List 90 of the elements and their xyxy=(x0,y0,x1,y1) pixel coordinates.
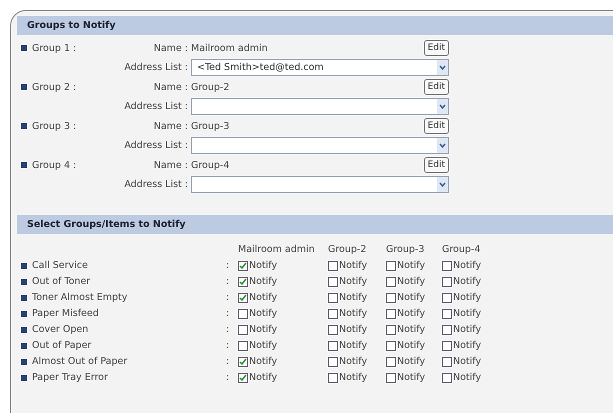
notify-checkbox[interactable]: Notify xyxy=(386,324,442,335)
bullet-icon xyxy=(21,278,27,284)
bullet-icon xyxy=(21,84,27,90)
notify-checkbox[interactable]: Notify xyxy=(328,340,386,351)
group-label: Group 4 : xyxy=(32,160,76,170)
column-header: Group-4 xyxy=(442,244,482,255)
section-header: Select Groups/Items to Notify xyxy=(17,215,613,234)
column-header: Mailroom admin xyxy=(238,244,316,255)
notify-checkbox[interactable]: Notify xyxy=(442,356,502,367)
separator: : xyxy=(226,260,230,271)
item-label: Paper Misfeed xyxy=(32,308,99,319)
notify-checkbox[interactable]: Notify xyxy=(386,276,442,287)
group-name: Group-3 xyxy=(191,120,230,132)
notify-checkbox[interactable]: Notify xyxy=(328,372,386,383)
separator: : xyxy=(226,356,230,367)
item-label: Paper Tray Error xyxy=(32,372,108,383)
address-list-dropdown[interactable] xyxy=(191,176,449,193)
item-label: Out of Paper xyxy=(32,340,92,351)
edit-button[interactable]: Edit xyxy=(424,157,449,173)
bullet-icon xyxy=(21,45,27,51)
notify-checkbox[interactable]: Notify xyxy=(238,324,328,335)
column-header: Group-3 xyxy=(386,244,426,255)
notify-checkbox[interactable]: Notify xyxy=(238,292,328,303)
notify-checkbox[interactable]: Notify xyxy=(386,356,442,367)
group-name: Group-4 xyxy=(191,160,230,170)
notify-checkbox[interactable]: Notify xyxy=(442,340,502,351)
notify-checkbox[interactable]: Notify xyxy=(238,372,328,383)
notify-checkbox[interactable]: Notify xyxy=(328,260,386,271)
separator: : xyxy=(226,308,230,319)
separator: : xyxy=(226,292,230,303)
item-label: Almost Out of Paper xyxy=(32,356,128,367)
name-label: Name : xyxy=(152,42,189,54)
notify-checkbox[interactable]: Notify xyxy=(238,260,328,271)
notify-checkbox[interactable]: Notify xyxy=(442,260,502,271)
notify-checkbox[interactable]: Notify xyxy=(442,372,502,383)
address-list-label: Address List : xyxy=(123,101,189,112)
edit-button[interactable]: Edit xyxy=(424,40,449,56)
separator: : xyxy=(226,276,230,287)
address-list-dropdown[interactable]: <Ted Smith>ted@ted.com xyxy=(191,59,449,76)
notify-checkbox[interactable]: Notify xyxy=(238,356,328,367)
section-header: Groups to Notify xyxy=(17,16,613,35)
group-label: Group 3 : xyxy=(32,120,76,132)
edit-button[interactable]: Edit xyxy=(424,79,449,95)
group-label: Group 2 : xyxy=(32,82,76,92)
bullet-icon xyxy=(21,374,27,380)
separator: : xyxy=(226,340,230,351)
notify-checkbox[interactable]: Notify xyxy=(386,292,442,303)
notify-checkbox[interactable]: Notify xyxy=(386,372,442,383)
edit-button[interactable]: Edit xyxy=(424,118,449,134)
column-header: Group-2 xyxy=(328,244,368,255)
name-label: Name : xyxy=(152,160,189,170)
bullet-icon xyxy=(21,162,27,168)
item-label: Call Service xyxy=(32,260,88,271)
notify-checkbox[interactable]: Notify xyxy=(328,292,386,303)
notify-checkbox[interactable]: Notify xyxy=(238,276,328,287)
notify-checkbox[interactable]: Notify xyxy=(442,276,502,287)
notify-checkbox[interactable]: Notify xyxy=(328,324,386,335)
notify-checkbox[interactable]: Notify xyxy=(238,308,328,319)
notify-checkbox[interactable]: Notify xyxy=(386,340,442,351)
separator: : xyxy=(226,372,230,383)
address-list-label: Address List : xyxy=(123,140,189,151)
group-name: Mailroom admin xyxy=(191,42,268,54)
notify-checkbox[interactable]: Notify xyxy=(386,308,442,319)
bullet-icon xyxy=(21,326,27,332)
bullet-icon xyxy=(21,310,27,316)
group-label: Group 1 : xyxy=(32,42,76,54)
address-list-dropdown[interactable] xyxy=(191,98,449,115)
item-label: Cover Open xyxy=(32,324,88,335)
notify-checkbox[interactable]: Notify xyxy=(328,308,386,319)
item-label: Toner Almost Empty xyxy=(32,292,128,303)
bullet-icon xyxy=(21,358,27,364)
bullet-icon xyxy=(21,123,27,129)
notify-checkbox[interactable]: Notify xyxy=(328,276,386,287)
address-list-label: Address List : xyxy=(123,179,189,190)
notify-checkbox[interactable]: Notify xyxy=(442,324,502,335)
notify-checkbox[interactable]: Notify xyxy=(386,260,442,271)
name-label: Name : xyxy=(152,82,189,92)
group-name: Group-2 xyxy=(191,82,230,92)
name-label: Name : xyxy=(152,120,189,132)
separator: : xyxy=(226,324,230,335)
notify-checkbox[interactable]: Notify xyxy=(238,340,328,351)
notify-checkbox[interactable]: Notify xyxy=(328,356,386,367)
notify-checkbox[interactable]: Notify xyxy=(442,292,502,303)
bullet-icon xyxy=(21,262,27,268)
address-list-dropdown[interactable] xyxy=(191,137,449,154)
notify-checkbox[interactable]: Notify xyxy=(442,308,502,319)
bullet-icon xyxy=(21,342,27,348)
item-label: Out of Toner xyxy=(32,276,90,287)
bullet-icon xyxy=(21,294,27,300)
address-list-label: Address List : xyxy=(123,62,189,73)
